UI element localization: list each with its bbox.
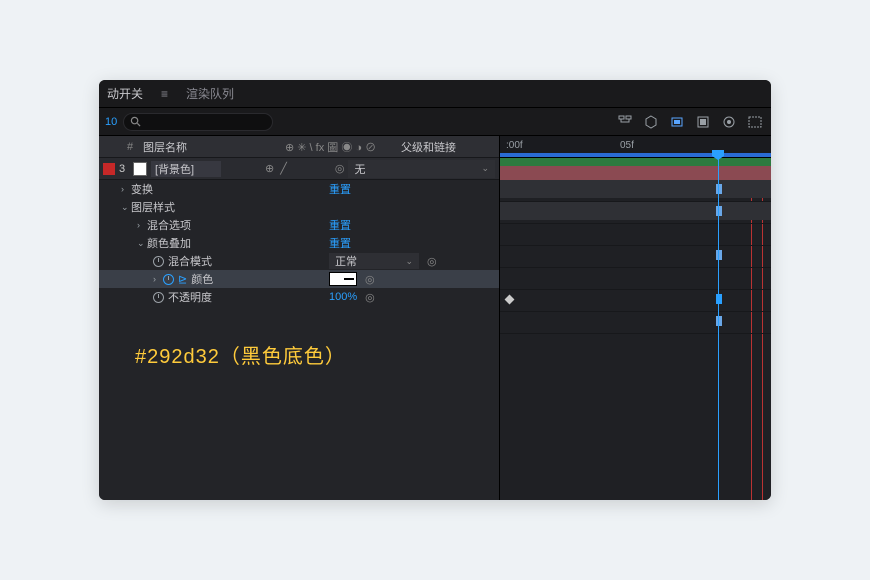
layer-duration-bar[interactable] (500, 166, 771, 180)
parent-value: 无 (354, 161, 365, 177)
keyframe-tick-icon[interactable] (716, 206, 722, 216)
opacity-value[interactable]: 100% (329, 291, 357, 303)
motion-blur-icon[interactable] (721, 114, 737, 130)
blend-mode-value: 正常 (335, 253, 357, 269)
tab-comp-truncated[interactable]: 动开关 (107, 85, 143, 102)
prop-track (500, 180, 771, 202)
prop-layer-styles[interactable]: ⌄ 图层样式 (99, 198, 499, 216)
current-frame-readout[interactable]: 10 (99, 116, 123, 128)
search-field[interactable] (141, 116, 266, 128)
expression-pickwhip-icon[interactable]: ◎ (365, 291, 375, 304)
prop-track (500, 268, 771, 290)
column-headers: # 图层名称 ⊕ ✳ \ fx 圖 ◉ ◑ ⊘ 父级和链接 (99, 136, 499, 158)
parent-dropdown[interactable]: 无 ⌄ (348, 160, 495, 178)
prop-track (500, 312, 771, 334)
prop-track (500, 290, 771, 312)
timeline-toolbar: 10 (99, 108, 771, 136)
parent-column-header[interactable]: 父级和链接 (395, 139, 499, 155)
pickwhip-icon[interactable]: ◎ (335, 162, 345, 175)
track-strip (500, 180, 771, 198)
stopwatch-icon[interactable] (163, 274, 174, 285)
prop-color[interactable]: › ⊵ 颜色 ◎ (99, 270, 499, 288)
tab-render-queue[interactable]: 渲染队列 (186, 85, 234, 102)
prop-blend-mode[interactable]: 混合模式 正常 ⌄ ◎ (99, 252, 499, 270)
prop-blending-options[interactable]: › 混合选项 重置 (99, 216, 499, 234)
layer-type-swatch (133, 162, 147, 176)
playhead[interactable] (718, 158, 719, 500)
keyframe-tick-icon[interactable] (716, 294, 722, 304)
switches-column-header: ⊕ ✳ \ fx 圖 ◉ ◑ ⊘ (285, 139, 395, 155)
tab-bar: 动开关 ≡ 渲染队列 (99, 80, 771, 108)
reset-link[interactable]: 重置 (329, 217, 351, 233)
layer-name-column-header[interactable]: 图层名称 (137, 139, 285, 155)
toolbar-icon-group (617, 114, 771, 130)
panel-menu-icon[interactable]: ≡ (159, 87, 170, 101)
time-ruler[interactable]: :00f 05f (500, 136, 771, 158)
layer-color-swatch[interactable] (103, 163, 115, 175)
layer-tree: # 图层名称 ⊕ ✳ \ fx 圖 ◉ ◑ ⊘ 父级和链接 3 [背景色] ⊕ … (99, 136, 499, 500)
track-strip (500, 202, 771, 220)
comp-flowchart-icon[interactable] (617, 114, 633, 130)
keyframe-tick-icon[interactable] (716, 316, 722, 326)
prop-color-overlay[interactable]: ⌄ 颜色叠加 重置 (99, 234, 499, 252)
keyframe-tick-icon[interactable] (716, 250, 722, 260)
expand-caret-icon[interactable]: ⌄ (137, 238, 147, 249)
ae-timeline-panel: 动开关 ≡ 渲染队列 10 # 图层名称 ⊕ ✳ (99, 80, 771, 500)
keyframe-nav-icon[interactable]: › (153, 274, 163, 284)
layer-row[interactable]: 3 [背景色] ⊕ ╱ ◎ 无 ⌄ (99, 158, 499, 180)
prop-label: 混合选项 (147, 217, 191, 233)
prop-track (500, 202, 771, 224)
switch-divider-icon: ╱ (280, 162, 287, 175)
layer-search-input[interactable] (123, 113, 273, 131)
index-column-header: # (123, 141, 137, 153)
track-area (500, 158, 771, 500)
chevron-down-icon: ⌄ (405, 256, 413, 267)
draft-3d-icon[interactable] (643, 114, 659, 130)
work-area-bar[interactable] (500, 153, 771, 157)
ruler-tick: :00f (506, 140, 523, 151)
reset-link[interactable]: 重置 (329, 181, 351, 197)
expand-caret-icon[interactable]: › (121, 184, 131, 194)
frame-blend-icon[interactable] (695, 114, 711, 130)
prop-label: 不透明度 (168, 289, 212, 305)
prop-track (500, 224, 771, 246)
keyframe-tick-icon[interactable] (716, 184, 722, 194)
prop-track (500, 246, 771, 268)
timeline-area[interactable]: :00f 05f (499, 136, 771, 500)
layer-name[interactable]: [背景色] (151, 161, 221, 177)
graph-editor-icon[interactable] (747, 114, 763, 130)
prop-label: 变换 (131, 181, 153, 197)
expression-pickwhip-icon[interactable]: ◎ (365, 273, 375, 286)
prop-label: 图层样式 (131, 199, 175, 215)
ruler-tick: 05f (620, 140, 634, 151)
in-out-bar[interactable] (500, 158, 771, 166)
layer-bar-track[interactable] (500, 158, 771, 180)
search-icon (130, 116, 141, 127)
annotation-overlay: #292d32（黑色底色） (135, 340, 346, 369)
shy-layers-icon[interactable] (669, 114, 685, 130)
blend-mode-dropdown[interactable]: 正常 ⌄ (329, 253, 419, 269)
color-swatch[interactable] (329, 272, 357, 286)
prop-transform[interactable]: › 变换 重置 (99, 180, 499, 198)
expand-caret-icon[interactable]: ⌄ (121, 202, 131, 213)
layer-index: 3 (115, 163, 129, 175)
stopwatch-icon[interactable] (153, 256, 164, 267)
chevron-down-icon: ⌄ (481, 163, 489, 174)
keyframe-indicator-icon[interactable]: ⊵ (178, 273, 187, 286)
expand-caret-icon[interactable]: › (137, 220, 147, 230)
prop-label: 混合模式 (168, 253, 212, 269)
prop-opacity[interactable]: 不透明度 100% ◎ (99, 288, 499, 306)
prop-label: 颜色 (191, 271, 213, 287)
prop-label: 颜色叠加 (147, 235, 191, 251)
switch-normal-icon[interactable]: ⊕ (265, 162, 274, 175)
keyframe-diamond-icon[interactable] (505, 295, 515, 305)
reset-link[interactable]: 重置 (329, 235, 351, 251)
stopwatch-icon[interactable] (153, 292, 164, 303)
expression-pickwhip-icon[interactable]: ◎ (427, 255, 437, 268)
